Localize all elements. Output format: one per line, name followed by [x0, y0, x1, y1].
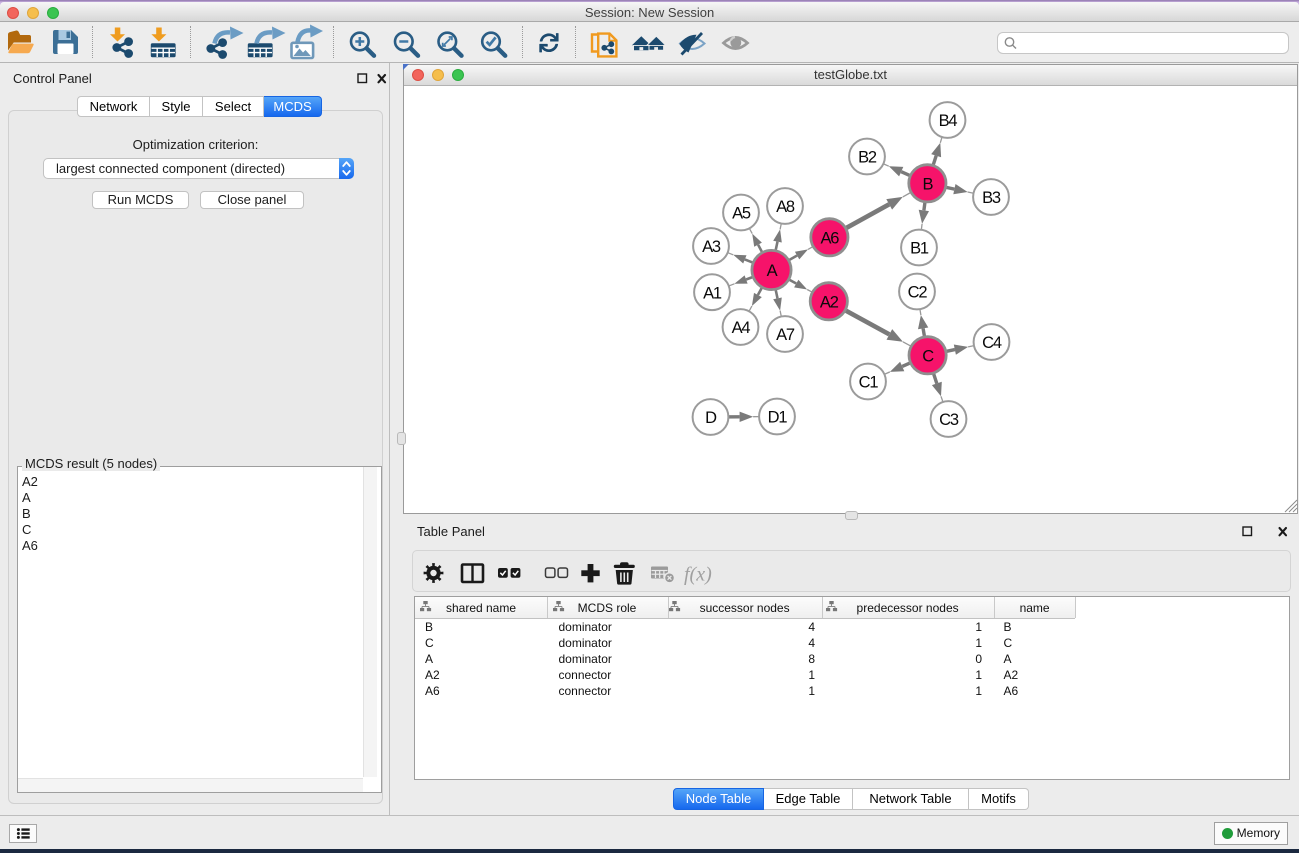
svg-text:A5: A5: [732, 205, 751, 223]
svg-text:f(x): f(x): [684, 564, 712, 586]
svg-text:D: D: [705, 409, 717, 427]
svg-text:A6: A6: [821, 230, 840, 248]
svg-text:C1: C1: [859, 374, 879, 392]
svg-text:C3: C3: [939, 411, 959, 429]
svg-text:B3: B3: [982, 189, 1001, 207]
svg-text:B1: B1: [910, 240, 929, 258]
svg-text:C: C: [922, 348, 934, 366]
svg-text:A7: A7: [776, 326, 795, 344]
svg-text:D1: D1: [768, 409, 788, 427]
svg-text:A: A: [767, 262, 778, 280]
svg-text:A3: A3: [702, 238, 721, 256]
svg-text:A1: A1: [703, 284, 722, 302]
svg-text:A8: A8: [776, 198, 795, 216]
svg-text:A4: A4: [732, 319, 751, 337]
svg-text:B4: B4: [939, 112, 958, 130]
svg-text:B2: B2: [858, 149, 877, 167]
svg-text:C4: C4: [982, 334, 1002, 352]
svg-text:A2: A2: [820, 294, 839, 312]
svg-text:C2: C2: [908, 284, 928, 302]
svg-text:B: B: [922, 176, 933, 194]
